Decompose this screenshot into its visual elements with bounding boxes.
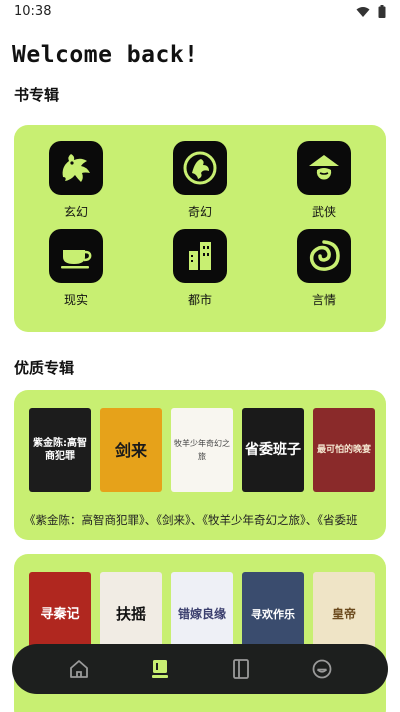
home-icon [69, 660, 88, 678]
swordsman-hat-icon [297, 141, 351, 195]
categories-title: 书专辑 [14, 86, 60, 104]
status-time: 10:38 [14, 4, 52, 19]
cover-title: 最可怕的晚宴 [316, 444, 371, 455]
book-cover[interactable]: 最可怕的晚宴 [313, 408, 375, 492]
status-bar: 10:38 [0, 0, 400, 24]
status-icons [356, 5, 386, 18]
book-cover[interactable]: 牧羊少年奇幻之旅 [171, 408, 233, 492]
cover-title: 皇帝 [331, 606, 356, 621]
tab-home[interactable] [61, 651, 97, 687]
album-card[interactable]: 紫金陈:高智商犯罪 剑来 牧羊少年奇幻之旅 省委班子 最可怕的晚宴 《紫金陈：高… [14, 390, 386, 540]
category-item-xuanhuan[interactable]: 玄幻 [14, 141, 138, 219]
smile-icon [312, 659, 331, 679]
teacup-icon [49, 229, 103, 283]
tab-bookshelf[interactable] [223, 651, 259, 687]
cover-title: 扶摇 [115, 604, 146, 623]
cover-title: 牧羊少年奇幻之旅 [174, 439, 230, 461]
welcome-heading: Welcome back! [12, 42, 199, 68]
battery-icon [378, 5, 386, 18]
category-label: 言情 [311, 293, 336, 307]
album-description: 《紫金陈：高智商犯罪》、《剑来》、《牧羊少年奇幻之旅》、《省委班 [24, 513, 358, 527]
category-grid: 玄幻 奇幻 武侠 现实 都市 言情 [14, 141, 386, 307]
album-covers: 紫金陈:高智商犯罪 剑来 牧羊少年奇幻之旅 省委班子 最可怕的晚宴 [29, 408, 375, 492]
book-cover[interactable]: 剑来 [100, 408, 162, 492]
cover-title: 剑来 [114, 440, 147, 460]
cover-title: 寻欢作乐 [251, 607, 295, 621]
cover-title: 省委班子 [245, 441, 301, 458]
category-item-yanqing[interactable]: 言情 [262, 229, 386, 307]
phoenix-icon [173, 141, 227, 195]
dragon-icon [49, 141, 103, 195]
category-item-dushi[interactable]: 都市 [138, 229, 262, 307]
tab-library[interactable] [142, 651, 178, 687]
book-stack-icon [151, 660, 168, 678]
book-icon [232, 659, 249, 679]
love-swirl-icon [297, 229, 351, 283]
categories-card: 玄幻 奇幻 武侠 现实 都市 言情 [14, 125, 386, 332]
city-buildings-icon [173, 229, 227, 283]
category-item-qihuan[interactable]: 奇幻 [138, 141, 262, 219]
cover-title: 错嫁良缘 [177, 606, 226, 621]
albums-title: 优质专辑 [14, 359, 75, 377]
category-item-xianshi[interactable]: 现实 [14, 229, 138, 307]
category-label: 现实 [63, 293, 88, 307]
wifi-icon [356, 6, 370, 17]
category-item-wuxia[interactable]: 武侠 [262, 141, 386, 219]
book-cover[interactable]: 紫金陈:高智商犯罪 [29, 408, 91, 492]
tab-profile[interactable] [304, 651, 340, 687]
category-label: 玄幻 [63, 205, 88, 219]
cover-title: 寻秦记 [40, 606, 80, 622]
category-label: 奇幻 [187, 205, 212, 219]
category-label: 都市 [187, 293, 212, 307]
bottom-tab-bar [12, 644, 388, 694]
cover-title: 紫金陈:高智商犯罪 [33, 438, 87, 462]
book-cover[interactable]: 省委班子 [242, 408, 304, 492]
category-label: 武侠 [311, 205, 336, 219]
